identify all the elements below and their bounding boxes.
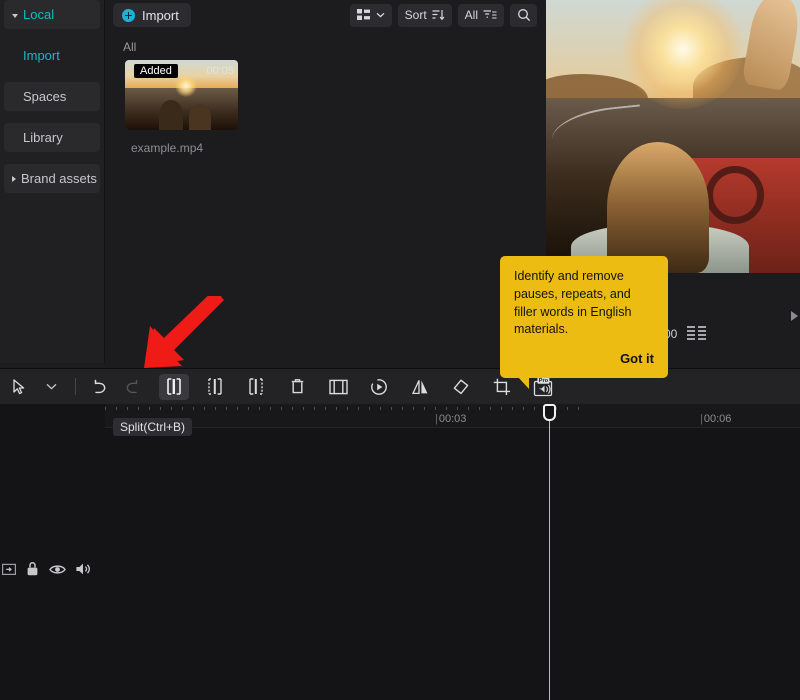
chevron-down-icon — [12, 13, 18, 18]
crop-icon — [493, 378, 510, 395]
sidebar-item-label: Library — [23, 130, 63, 145]
media-toolbar: Import Sort All — [105, 0, 545, 30]
media-item-name: example.mp4 — [131, 141, 204, 155]
grid-col-right — [698, 326, 707, 342]
sidebar-item-label: Spaces — [23, 89, 67, 104]
rotate-diamond-icon — [453, 379, 469, 394]
timeline-ruler[interactable]: 00:03 00:06 — [105, 404, 800, 428]
ruler-label: 00:03 — [435, 413, 467, 425]
rotate-tool[interactable] — [446, 374, 476, 400]
redo-tool[interactable] — [117, 374, 147, 400]
edit-toolbar: Pro — [0, 368, 800, 404]
media-category-label: All — [123, 40, 137, 54]
speed-tool[interactable] — [364, 374, 394, 400]
track-collapse-icon[interactable] — [2, 563, 16, 576]
split-icon — [167, 378, 181, 395]
duration-badge: 00:05 — [206, 65, 234, 77]
media-thumbnail[interactable]: Added 00:05 — [125, 60, 238, 130]
trim-end-icon — [249, 378, 263, 395]
select-cursor-tool[interactable] — [4, 374, 34, 400]
lock-icon — [27, 561, 38, 576]
timeline-panel: 00:03 00:06 Split(Ctrl+B) — [0, 404, 800, 700]
filter-button-label: All — [464, 8, 478, 22]
thumb-sun — [174, 75, 197, 98]
sidebar-item-label: Import — [23, 48, 60, 63]
mirror-flip-tool[interactable] — [405, 374, 435, 400]
plus-circle-icon — [122, 8, 135, 22]
sort-icon — [432, 10, 445, 21]
import-button[interactable]: Import — [113, 3, 191, 27]
grid-view-icon — [356, 9, 370, 20]
trim-end-tool[interactable] — [241, 374, 271, 400]
filter-icon — [483, 10, 497, 19]
redo-arrow-icon — [126, 379, 138, 393]
sidebar-item-spaces[interactable]: Spaces — [4, 82, 100, 111]
sidebar-item-library[interactable]: Library — [4, 123, 100, 152]
crop-fill-tool[interactable] — [323, 374, 353, 400]
speed-play-icon — [371, 378, 387, 395]
thumb-person-left — [158, 100, 183, 130]
track-header-controls — [0, 549, 105, 589]
sidebar-item-import[interactable]: Import — [4, 41, 100, 70]
sidebar-item-local[interactable]: Local — [4, 0, 100, 29]
sidebar-item-label: Brand assets — [21, 171, 97, 186]
got-it-button[interactable]: Got it — [514, 350, 654, 368]
chevron-down-icon — [46, 383, 56, 390]
collapse-box-icon — [2, 563, 16, 575]
playhead-handle[interactable] — [543, 404, 556, 421]
import-button-label: Import — [142, 7, 179, 23]
trim-start-tool[interactable] — [200, 374, 230, 400]
chevron-down-icon — [376, 12, 385, 18]
coach-tooltip-text: Identify and remove pauses, repeats, and… — [514, 269, 632, 337]
sidebar-item-label: Local — [23, 7, 55, 22]
svg-text:Pro: Pro — [539, 378, 549, 384]
timeline-playhead[interactable] — [543, 404, 556, 700]
track-visibility-icon[interactable] — [49, 563, 66, 576]
search-icon — [517, 9, 530, 22]
track-audio-icon[interactable] — [75, 562, 91, 576]
split-shortcut-tooltip: Split(Ctrl+B) — [113, 418, 193, 436]
split-tool[interactable] — [159, 373, 189, 400]
smart-audio-icon: Pro — [533, 376, 553, 396]
filter-button[interactable]: All — [457, 3, 504, 27]
undo-arrow-icon — [94, 379, 106, 393]
media-panel: Import Sort All All Added 00:05 example.… — [105, 0, 545, 363]
media-grid: Added 00:05 example.mp4 — [105, 54, 545, 155]
preview-expand-arrow-icon[interactable] — [791, 311, 798, 321]
added-badge: Added — [134, 64, 178, 78]
search-button[interactable] — [510, 3, 537, 27]
undo-tool[interactable] — [85, 374, 115, 400]
preview-video-frame[interactable] — [546, 0, 800, 273]
mirror-icon — [411, 379, 427, 394]
trim-start-icon — [208, 378, 222, 395]
preview-steering-wheel — [706, 165, 765, 224]
cursor-arrow-icon — [12, 378, 24, 394]
ruler-label: 00:06 — [700, 413, 732, 425]
coach-tooltip: Identify and remove pauses, repeats, and… — [500, 256, 668, 390]
media-item[interactable]: Added 00:05 example.mp4 — [125, 60, 238, 155]
fill-frame-icon — [328, 379, 348, 394]
view-mode-button[interactable] — [349, 3, 392, 27]
track-lock-icon[interactable] — [25, 561, 40, 577]
grid-lines-icon[interactable] — [687, 326, 707, 342]
toolbar-divider — [75, 378, 76, 395]
thumb-person-right — [189, 104, 212, 130]
tool-dropdown-chevron[interactable] — [36, 374, 66, 400]
sort-button-label: Sort — [404, 8, 427, 22]
sidebar-item-brand-assets[interactable]: Brand assets — [4, 164, 100, 193]
grid-col-left — [687, 326, 696, 342]
preview-person-head — [606, 141, 709, 273]
speaker-icon — [76, 563, 90, 575]
sort-button[interactable]: Sort — [397, 3, 452, 27]
eye-icon — [49, 564, 66, 574]
trash-icon — [291, 379, 303, 394]
left-sidebar: Local Import Spaces Library Brand assets — [0, 0, 105, 363]
delete-tool[interactable] — [282, 374, 312, 400]
video-editor-window: Local Import Spaces Library Brand assets… — [0, 0, 800, 700]
chevron-right-icon — [12, 175, 16, 182]
